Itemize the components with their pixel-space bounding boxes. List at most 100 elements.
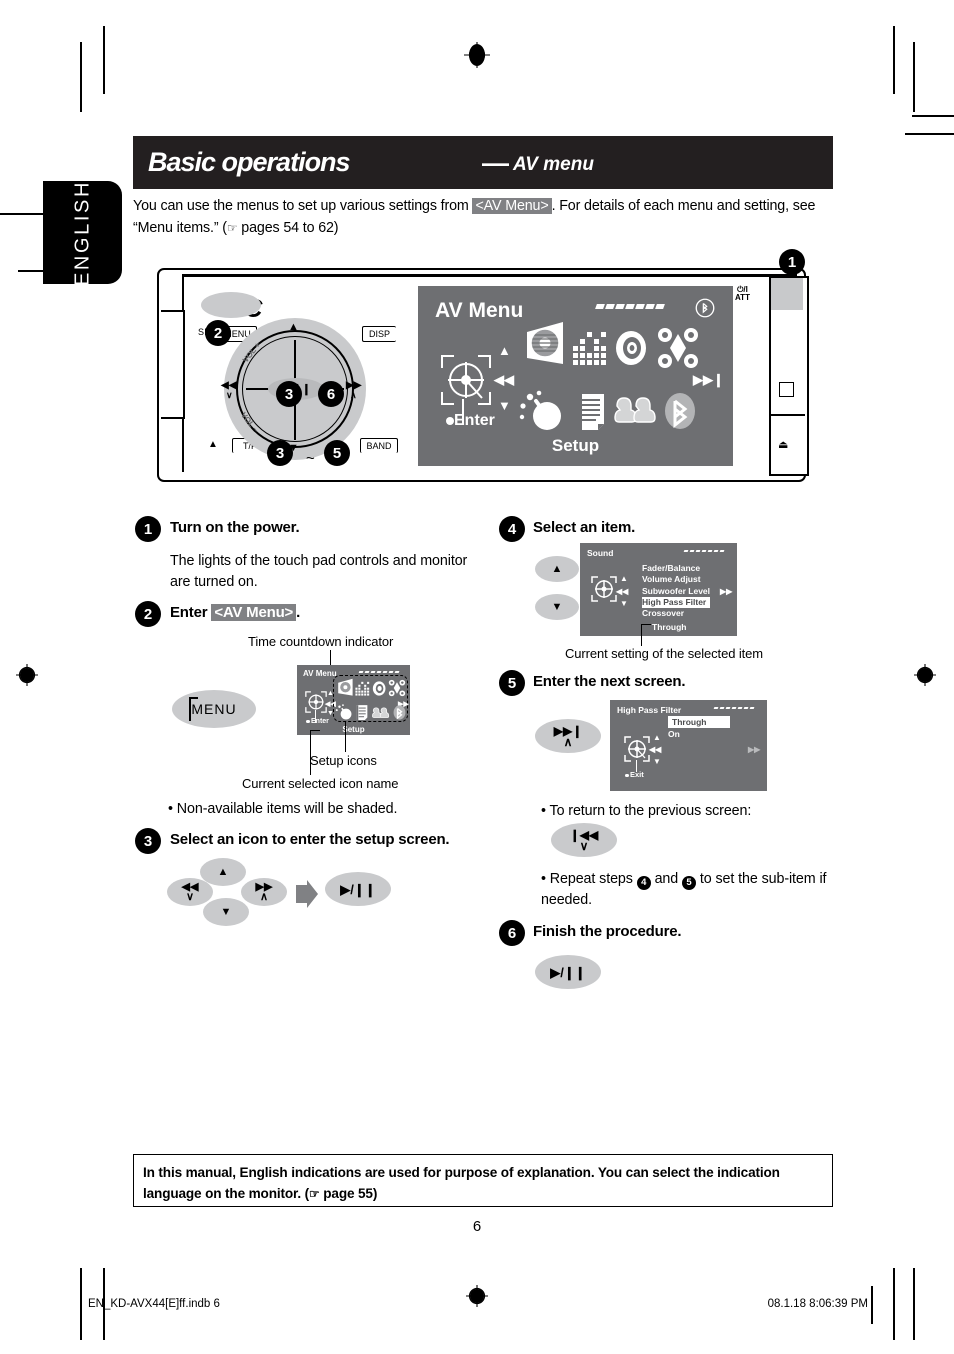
inline-step-4-badge: 4: [636, 876, 651, 891]
step-2-menu-button[interactable]: MENU: [172, 690, 256, 728]
crop-mark-tr-h2: [905, 133, 954, 135]
disp-button[interactable]: DISP: [362, 326, 396, 342]
footer-divider-left: [80, 1286, 82, 1324]
step-3-down-button[interactable]: ▼: [203, 898, 249, 926]
step-5-countdown-indicator: [713, 707, 755, 710]
setup-icons-highlight-box: [333, 675, 408, 722]
icon-dimmer[interactable]: [519, 390, 567, 434]
icon-list[interactable]: [574, 394, 608, 432]
crop-mark-tr-v2: [913, 42, 915, 112]
av-menu-chip: <AV Menu>: [472, 198, 552, 214]
step-5-nav-prev-icon: ◀◀: [649, 745, 662, 754]
step-4-nav-crosshair-icon: [591, 576, 617, 607]
step-5-screen-title: High Pass Filter: [617, 705, 682, 715]
unit-eject-icon[interactable]: ⏏: [778, 438, 788, 451]
step-6-heading: Finish the procedure.: [533, 923, 682, 940]
callout-3a: 3: [276, 381, 302, 407]
nav-next-icon: ▶▶❙: [693, 372, 724, 387]
nav-down-icon: ▼: [498, 398, 511, 413]
step-4-down-button[interactable]: ▼: [535, 594, 579, 620]
step-3-up-button[interactable]: ▲: [200, 858, 246, 886]
step-2-bullet: • Non-available items will be shaded.: [168, 801, 398, 817]
step-4-current-setting: Through: [652, 622, 687, 632]
list-item[interactable]: Fader/Balance: [642, 563, 710, 574]
step-4-nav-down-icon: ▼: [620, 599, 628, 608]
step-4-up-button[interactable]: ▲: [535, 556, 579, 582]
crop-mark-tr-v: [893, 26, 895, 94]
step-6-number: 6: [499, 920, 525, 946]
pointing-hand-icon: ☞: [226, 220, 238, 235]
intro-text-1: You can use the menus to set up various …: [133, 198, 473, 214]
footer-timestamp: 08.1.18 8:06:39 PM: [767, 1298, 868, 1310]
power-att-label: ⏻/I ATT: [735, 285, 750, 303]
step-3-flow-arrow-icon: [296, 880, 318, 913]
list-item-selected[interactable]: Through: [668, 716, 731, 728]
icon-speaker[interactable]: [614, 328, 652, 368]
step-3-prev-button[interactable]: ◀◀ ∨: [167, 878, 213, 906]
step-3-play-button[interactable]: ▶/❙❙: [325, 872, 391, 906]
footer-filename: EN_KD-AVX44[E]ff.indb 6: [88, 1298, 220, 1310]
step-5-bullet-2: • Repeat steps 4 and 5 to set the sub-it…: [541, 869, 839, 912]
icon-seats[interactable]: [614, 394, 658, 430]
step-5-next-sub-icon: ∧: [563, 734, 573, 749]
step-6-play-button[interactable]: ▶/❙❙: [535, 955, 601, 989]
bluetooth-status-icon: [695, 298, 715, 324]
icon-equalizer[interactable]: [572, 330, 608, 366]
enter-label: Enter: [454, 412, 495, 429]
step-2-enter-dot-icon: [306, 719, 310, 723]
step-2-enter-label: Enter: [311, 718, 329, 725]
unit-right-panel-top: [771, 278, 803, 310]
registration-mark-bottom: [464, 1283, 490, 1309]
list-item[interactable]: Volume Adjust: [642, 574, 710, 585]
step-5-next-button[interactable]: ▶▶❙ ∧: [535, 719, 601, 753]
step-4-item-list: Fader/Balance Volume Adjust Subwoofer Le…: [642, 563, 711, 619]
list-item[interactable]: Crossover: [642, 608, 710, 619]
icon-gear[interactable]: [519, 320, 569, 370]
dial-up-icon[interactable]: ▲: [288, 321, 299, 333]
list-item[interactable]: On: [668, 728, 730, 740]
step-3-play-icon: ▶/❙❙: [340, 881, 376, 897]
step-5-bullet-2-b: and: [650, 871, 683, 887]
step-3-heading: Select an icon to enter the setup screen…: [170, 831, 450, 848]
list-item-selected[interactable]: High Pass Filter: [642, 596, 711, 609]
step-5-nav-next-icon: ▶▶: [748, 745, 761, 754]
step-1-body: The lights of the touch pad controls and…: [170, 553, 468, 591]
eject-icon[interactable]: ▲: [208, 439, 218, 450]
page-number: 6: [472, 1218, 482, 1235]
step-5-exit-dot-icon: [625, 773, 629, 777]
leader-icons-v: [345, 721, 347, 752]
page-title-bar: Basic operations — AV menu: [133, 136, 833, 189]
step-3-number: 3: [135, 828, 161, 854]
step-2-screen-title: AV Menu: [303, 669, 337, 678]
head-unit-illustration: JVC SRC MENU DISP T/P BAND ▲ ▲ ▼ ◀◀ ▶▶ ∨…: [157, 262, 812, 484]
footer-divider-right2: [893, 1286, 895, 1324]
time-countdown-caption: Time countdown indicator: [248, 634, 394, 649]
time-countdown-indicator: [595, 304, 665, 309]
list-item[interactable]: Subwoofer Level: [642, 586, 710, 597]
power-label-line2: ATT: [735, 293, 750, 303]
step-4-number: 4: [499, 516, 525, 542]
crop-mark-tl-v: [80, 42, 82, 112]
step-3-next-sub-icon: ∧: [259, 890, 269, 903]
step-4-nav-next-icon: ▶▶: [720, 587, 733, 596]
leader-name-h: [310, 730, 320, 732]
step-5-back-button[interactable]: ❙◀◀ ∨: [551, 823, 617, 857]
step-4-up-icon: ▲: [551, 562, 563, 575]
icon-surround[interactable]: [656, 326, 700, 370]
note-line-1: In this manual, English indications are …: [143, 1165, 780, 1180]
setup-icons-caption: Setup icons: [310, 753, 377, 768]
step-3-next-button[interactable]: ▶▶ ∧: [241, 878, 287, 906]
leader-step4-h: [641, 624, 651, 626]
dial-next-sub-icon: ∧: [350, 390, 357, 400]
footer-divider-right: [871, 1286, 873, 1324]
av-menu-screen: AV Menu Enter ▲ ▼ ◀◀ ▶▶❙ Setup: [418, 286, 733, 466]
av-menu-screen-title: AV Menu: [435, 299, 524, 322]
step-4-caption: Current setting of the selected item: [565, 646, 764, 661]
icon-bluetooth[interactable]: [661, 390, 699, 432]
unit-right-panel-divider: [769, 414, 805, 416]
crop-mark-tl-v2: [103, 26, 105, 94]
step-4-countdown-indicator: [683, 550, 725, 553]
tilde-symbol: ~: [306, 450, 316, 467]
step-4-sound-screen: Sound ▲ ▼ ◀◀ ▶▶ Fader/Balance Volume Adj…: [580, 543, 737, 636]
step-4-down-icon: ▼: [551, 600, 563, 613]
